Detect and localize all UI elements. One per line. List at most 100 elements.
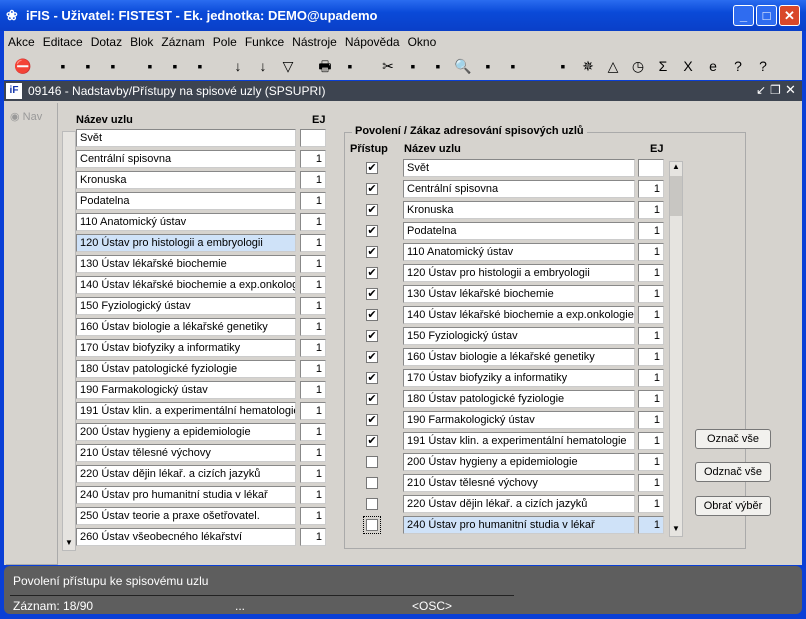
right-row-name[interactable]: 160 Ústav biologie a lékařské genetiky [403, 348, 635, 366]
access-checkbox[interactable]: ✔ [366, 435, 378, 447]
left-row-name[interactable]: 130 Ústav lékařské biochemie [76, 255, 296, 273]
sort-asc-icon[interactable]: ↓ [229, 57, 247, 75]
left-row-ej[interactable] [300, 129, 326, 147]
right-row-name[interactable]: 240 Ústav pro humanitní studia v lékař [403, 516, 635, 534]
clock-icon[interactable]: ◷ [629, 57, 647, 75]
save-icon[interactable]: ▪ [79, 57, 97, 75]
right-row-name[interactable]: 190 Farmakologický ústav [403, 411, 635, 429]
right-row-name[interactable]: 200 Ústav hygieny a epidemiologie [403, 453, 635, 471]
menu-9[interactable]: Okno [408, 35, 437, 49]
alert-icon[interactable]: △ [604, 57, 622, 75]
left-row-name[interactable]: 240 Ústav pro humanitní studia v lékař [76, 486, 296, 504]
left-row-ej[interactable]: 1 [300, 339, 326, 357]
access-checkbox[interactable]: ✔ [366, 183, 378, 195]
right-row-name[interactable]: Centrální spisovna [403, 180, 635, 198]
left-row-name[interactable]: 150 Fyziologický ústav [76, 297, 296, 315]
print-icon[interactable]: 🖶 [316, 57, 334, 75]
left-row-name[interactable]: 110 Anatomický ústav [76, 213, 296, 231]
left-row-name[interactable]: Kronuska [76, 171, 296, 189]
sum-icon[interactable]: Σ [654, 57, 672, 75]
right-row-ej[interactable]: 1 [638, 516, 664, 534]
left-row-ej[interactable]: 1 [300, 381, 326, 399]
maximize-button[interactable]: □ [756, 5, 777, 26]
calendar-icon[interactable]: ▪ [554, 57, 572, 75]
menu-8[interactable]: Nápověda [345, 35, 400, 49]
columns-icon[interactable]: ▪ [479, 57, 497, 75]
left-row-ej[interactable]: 1 [300, 318, 326, 336]
left-row-ej[interactable]: 1 [300, 360, 326, 378]
access-checkbox[interactable]: ✔ [366, 414, 378, 426]
right-row-name[interactable]: 150 Fyziologický ústav [403, 327, 635, 345]
right-row-ej[interactable]: 1 [638, 201, 664, 219]
unmark-all-button[interactable]: Odznač vše [695, 462, 771, 482]
right-row-ej[interactable]: 1 [638, 285, 664, 303]
menu-4[interactable]: Záznam [161, 35, 204, 49]
left-row-name[interactable]: 260 Ústav všeobecného lékařství [76, 528, 296, 546]
sort-desc-icon[interactable]: ↓ [254, 57, 272, 75]
menu-2[interactable]: Dotaz [91, 35, 122, 49]
query-enter-icon[interactable]: ▪ [141, 57, 159, 75]
right-row-name[interactable]: 180 Ústav patologické fyziologie [403, 390, 635, 408]
left-row-ej[interactable]: 1 [300, 528, 326, 546]
paste-icon[interactable]: ▪ [429, 57, 447, 75]
right-row-ej[interactable]: 1 [638, 495, 664, 513]
right-row-ej[interactable]: 1 [638, 453, 664, 471]
left-row-name[interactable]: 120 Ústav pro histologii a embryologii [76, 234, 296, 252]
right-row-ej[interactable] [638, 159, 664, 177]
right-row-ej[interactable]: 1 [638, 348, 664, 366]
right-row-name[interactable]: Podatelna [403, 222, 635, 240]
right-row-name[interactable]: 170 Ústav biofyziky a informatiky [403, 369, 635, 387]
left-row-name[interactable]: 180 Ústav patologické fyziologie [76, 360, 296, 378]
left-row-ej[interactable]: 1 [300, 192, 326, 210]
left-row-ej[interactable]: 1 [300, 297, 326, 315]
left-row-ej[interactable]: 1 [300, 234, 326, 252]
query-execute-icon[interactable]: ▪ [166, 57, 184, 75]
wheel-icon[interactable]: ✵ [579, 57, 597, 75]
find-icon[interactable]: 🔍 [454, 57, 472, 75]
insert-icon[interactable]: ▪ [54, 57, 72, 75]
left-row-name[interactable]: 190 Farmakologický ústav [76, 381, 296, 399]
right-row-name[interactable]: 191 Ústav klin. a experimentální hematol… [403, 432, 635, 450]
left-row-name[interactable]: Svět [76, 129, 296, 147]
rows-icon[interactable]: ▪ [504, 57, 522, 75]
left-row-ej[interactable]: 1 [300, 255, 326, 273]
left-row-name[interactable]: 200 Ústav hygieny a epidemiologie [76, 423, 296, 441]
access-checkbox[interactable]: ✔ [366, 330, 378, 342]
left-row-ej[interactable]: 1 [300, 423, 326, 441]
left-row-ej[interactable]: 1 [300, 276, 326, 294]
left-row-name[interactable]: 170 Ústav biofyziky a informatiky [76, 339, 296, 357]
access-checkbox[interactable]: ✔ [366, 204, 378, 216]
ie-icon[interactable]: e [704, 57, 722, 75]
access-checkbox[interactable]: ✔ [366, 351, 378, 363]
left-row-name[interactable]: 220 Ústav dějin lékař. a cizích jazyků [76, 465, 296, 483]
context-help-icon[interactable]: ? [754, 57, 772, 75]
right-row-ej[interactable]: 1 [638, 390, 664, 408]
right-row-ej[interactable]: 1 [638, 474, 664, 492]
right-row-ej[interactable]: 1 [638, 180, 664, 198]
form-close-icon[interactable]: ✕ [785, 82, 796, 98]
menu-0[interactable]: Akce [8, 35, 35, 49]
menu-1[interactable]: Editace [43, 35, 83, 49]
minimize-button[interactable]: _ [733, 5, 754, 26]
close-button[interactable]: ✕ [779, 5, 800, 26]
right-row-name[interactable]: 220 Ústav dějin lékař. a cizích jazyků [403, 495, 635, 513]
left-row-ej[interactable]: 1 [300, 444, 326, 462]
right-row-name[interactable]: Svět [403, 159, 635, 177]
right-row-name[interactable]: 120 Ústav pro histologii a embryologii [403, 264, 635, 282]
access-checkbox[interactable]: ✔ [366, 288, 378, 300]
form-restore-icon[interactable]: ❐ [770, 83, 781, 97]
query-cancel-icon[interactable]: ▪ [191, 57, 209, 75]
right-row-name[interactable]: 130 Ústav lékařské biochemie [403, 285, 635, 303]
scroll-down-icon[interactable]: ▼ [63, 538, 75, 550]
form-minimize-icon[interactable]: ↙ [756, 83, 766, 97]
access-checkbox[interactable] [366, 456, 378, 468]
left-row-name[interactable]: 140 Ústav lékařské biochemie a exp.onkol… [76, 276, 296, 294]
nav-radio[interactable]: ◉ Nav [10, 110, 42, 123]
excel-icon[interactable]: X [679, 57, 697, 75]
left-row-ej[interactable]: 1 [300, 213, 326, 231]
left-row-ej[interactable]: 1 [300, 486, 326, 504]
right-row-ej[interactable]: 1 [638, 327, 664, 345]
left-row-name[interactable]: 191 Ústav klin. a experimentální hematol… [76, 402, 296, 420]
scroll-down-icon[interactable]: ▼ [670, 524, 682, 536]
left-row-ej[interactable]: 1 [300, 402, 326, 420]
